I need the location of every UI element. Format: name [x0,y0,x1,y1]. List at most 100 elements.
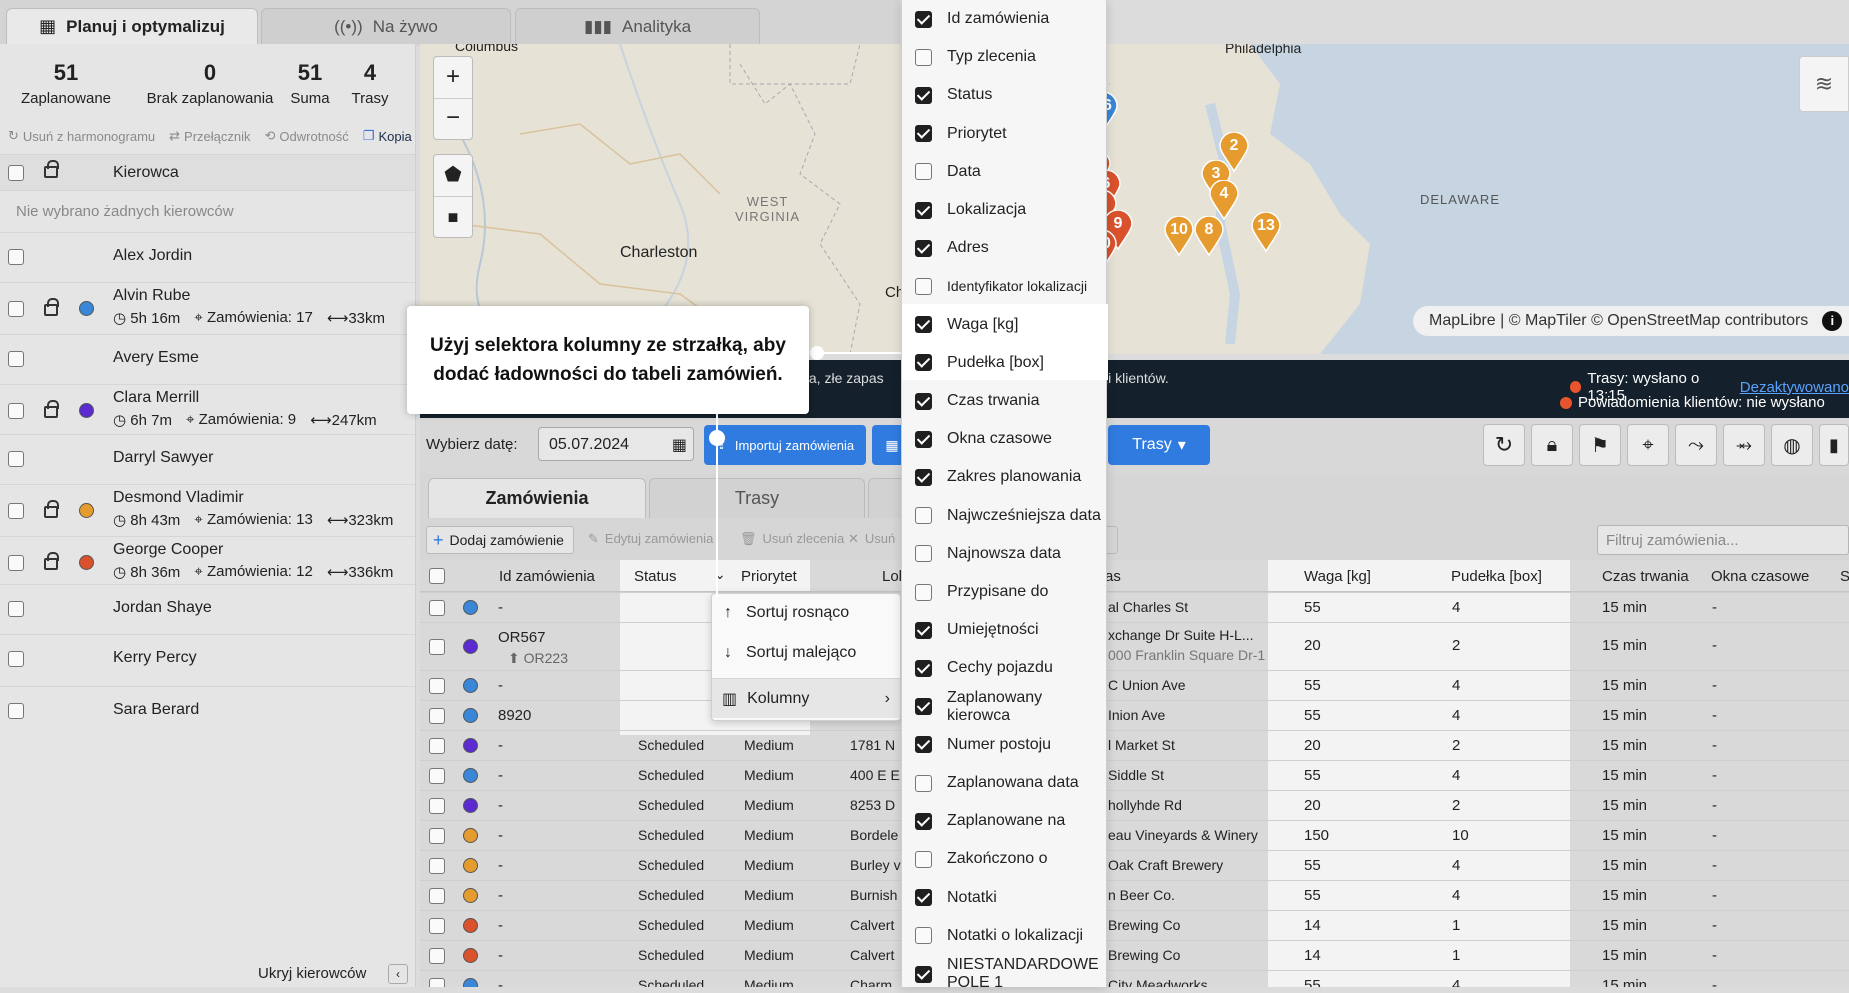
sort-ascending-item[interactable]: ↑ Sortuj rosnąco [724,604,849,622]
column-option[interactable]: Cechy pojazdu [902,649,1108,687]
column-option[interactable]: Typ zlecenia [902,38,1108,76]
row-checkbox[interactable] [429,798,445,814]
column-option-checkbox[interactable] [915,507,932,525]
rectangle-icon[interactable]: ■ [434,197,472,239]
table-row[interactable]: - Scheduled Medium 8253 D hollyhde Rd 20 2… [420,790,1849,820]
column-option-checkbox[interactable] [915,698,932,716]
column-option[interactable]: Status [902,76,1108,114]
hide-drivers-button[interactable]: Ukryj kierowców [258,965,366,982]
sort-descending-item[interactable]: ↓ Sortuj malejąco [724,644,856,662]
lock-icon[interactable] [44,552,59,570]
driver-row[interactable]: Avery Esme [0,334,415,384]
row-checkbox[interactable] [429,828,445,844]
column-option-checkbox[interactable] [915,392,932,410]
table-row[interactable]: - Scheduled Medium Calvert Brewing Co 14 1… [420,910,1849,940]
column-option-checkbox[interactable] [915,316,932,334]
column-option-checkbox[interactable] [915,965,932,983]
column-option[interactable]: Id zamówienia [902,0,1108,38]
zoom-in-button[interactable]: + [434,57,472,99]
route-pin[interactable]: 4 [1208,179,1240,221]
column-option[interactable]: Data [902,153,1108,191]
column-option-checkbox[interactable] [915,583,932,601]
row-checkbox[interactable] [429,708,445,724]
column-option-checkbox[interactable] [915,736,932,754]
table-row[interactable]: - al Charles St 55 4 15 min - [420,592,1849,622]
lock-icon[interactable] [44,400,59,418]
driver-checkbox[interactable] [8,703,24,719]
driver-row[interactable]: Alvin Rube ◷ 5h 16m ⌖ Zamówienia: 17 ⟷33… [0,282,415,334]
tab-analytics[interactable]: ▮▮▮ Analityka [515,8,760,44]
tab-live[interactable]: ((•)) Na żywo [261,8,511,44]
reverse-button[interactable]: ⟲ Odwrotność [265,128,349,144]
column-header-boxes[interactable]: Pudełka [box] [1451,568,1542,585]
lock-icon[interactable] [44,298,59,316]
filter-orders-input[interactable]: Filtruj zamówienia... [1597,525,1849,555]
column-header-time-windows[interactable]: Okna czasowe [1711,568,1809,585]
column-option[interactable]: Czas trwania [902,382,1108,420]
driver-row[interactable]: Desmond Vladimir ◷ 8h 43m ⌖ Zamówienia: … [0,484,415,536]
globe-button[interactable]: ◍ [1771,424,1813,466]
lock-icon[interactable] [44,500,59,518]
column-option[interactable]: Notatki o lokalizacji [902,917,1108,955]
column-option-checkbox[interactable] [915,621,932,639]
column-option-checkbox[interactable] [915,86,932,104]
column-option-checkbox[interactable] [915,468,932,486]
select-all-orders-checkbox[interactable] [429,568,445,584]
column-option-checkbox[interactable] [915,277,932,295]
tab-plan[interactable]: ▦ Planuj i optymalizuj [6,8,258,44]
driver-row[interactable]: Clara Merrill ◷ 6h 7m ⌖ Zamówienia: 9 ⟷2… [0,384,415,434]
column-option[interactable]: Przypisane do [902,573,1108,611]
column-option-checkbox[interactable] [915,927,932,945]
driver-row[interactable]: Kerry Percy [0,634,415,686]
table-row[interactable]: - Scheduled Medium 1781 N l Market St 20 2… [420,730,1849,760]
row-checkbox[interactable] [429,639,445,655]
column-option[interactable]: Pudełka [box] [902,344,1108,382]
layers-icon[interactable]: ≋ [1799,56,1849,112]
polygon-icon[interactable]: ⬟ [434,155,472,197]
row-checkbox[interactable] [429,678,445,694]
switch-button[interactable]: ⇄ Przełącznik [169,128,250,144]
row-checkbox[interactable] [429,738,445,754]
table-row[interactable]: - Scheduled Medium Bordele eau Vineyards … [420,820,1849,850]
zoom-out-button[interactable]: − [434,99,472,141]
edit-orders-button[interactable]: ✎ Edytuj zamówienia [588,531,713,547]
lock-button[interactable]: 🔒︎ [1531,424,1573,466]
import-orders-button[interactable]: ⇪Importuj zamówienia [704,425,866,465]
lock-icon[interactable] [44,160,59,178]
columns-item[interactable]: ▥ Kolumny › [712,678,900,718]
column-option-checkbox[interactable] [915,430,932,448]
column-option[interactable]: Waga [kg] [902,306,1108,344]
column-option-checkbox[interactable] [915,812,932,830]
driver-row[interactable]: Darryl Sawyer [0,434,415,484]
column-option-checkbox[interactable] [915,850,932,868]
select-all-checkbox[interactable] [8,165,24,181]
column-header-priority[interactable]: Priorytet [741,568,797,585]
column-option[interactable]: Priorytet [902,115,1108,153]
driver-row[interactable]: Jordan Shaye [0,584,415,634]
driver-row[interactable]: Alex Jordin [0,232,415,282]
route-pin[interactable]: 10 [1163,215,1195,257]
row-checkbox[interactable] [429,888,445,904]
delete-orders-button[interactable]: 🗑︎ Usuń zlecenia [740,531,844,547]
column-option-checkbox[interactable] [915,10,932,28]
column-option-checkbox[interactable] [915,545,932,563]
table-row[interactable]: - Scheduled Medium Burley v Oak Craft Bre… [420,850,1849,880]
copy-button[interactable]: ❐ Kopia [363,128,412,144]
column-option-checkbox[interactable] [915,774,932,792]
table-row[interactable]: - Scheduled Medium Charm City Meadworks 55… [420,970,1849,987]
column-option[interactable]: Zakres planowania [902,458,1108,496]
driver-row[interactable]: Sara Berard [0,686,415,736]
column-option[interactable]: Zaplanowany kierowca [902,688,1108,726]
column-option-checkbox[interactable] [915,889,932,907]
column-option-checkbox[interactable] [915,125,932,143]
column-option[interactable]: Adres [902,229,1108,267]
column-option[interactable]: Identyfikator lokalizacji [902,267,1108,305]
panel-button[interactable]: ▮ [1819,424,1849,466]
cancel-button[interactable]: ✕ Usuń [848,531,895,547]
tab-routes[interactable]: Trasy [649,478,865,518]
flag-button[interactable]: ⚑ [1579,424,1621,466]
route-edit-button[interactable]: ⥇ [1723,424,1765,466]
deactivate-link[interactable]: Dezaktywowano [1740,379,1849,396]
table-row[interactable]: - C Union Ave 55 4 15 min - [420,670,1849,700]
column-option-checkbox[interactable] [915,201,932,219]
